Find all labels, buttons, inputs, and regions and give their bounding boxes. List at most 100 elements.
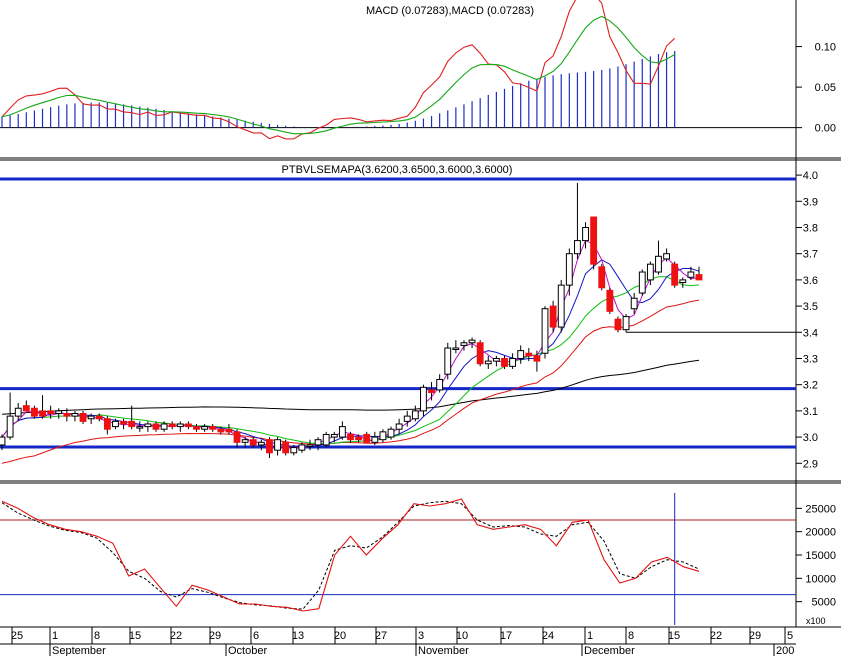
price-y-tick-label: 3.2 [803,380,818,392]
candle-body [144,423,152,428]
candle-body [63,413,71,417]
candle-body [663,253,670,260]
candle-body [0,436,6,446]
time-axis-day-label: 22 [710,630,722,642]
price-y-tick-label: 3.5 [803,301,818,313]
candle-body [322,433,330,446]
time-axis-day-label: 29 [209,630,221,642]
candle-body [476,342,484,365]
candle-body [509,357,517,367]
candle-body [193,426,200,430]
candle-body [436,378,444,391]
candle-body [655,255,662,273]
candle-body [387,428,395,438]
candle-body [460,342,468,346]
price-y-tick-label: 3.4 [803,327,818,339]
candle-body [549,305,557,328]
candle-body [290,447,298,454]
time-axis-month-label: October [228,645,267,656]
price-y-tick-label: 3.6 [803,275,818,287]
candle-body [606,289,614,312]
candle-body [614,318,622,331]
time-axis-month-label: November [418,645,469,656]
candle-body [411,410,419,420]
candle-body [217,428,225,433]
candle-body [103,418,111,430]
candle-body [55,410,63,415]
oscillator-scale-label: x100 [806,616,826,626]
time-axis-day-label: 3 [418,630,424,642]
candle-body [306,444,314,447]
candle-body [403,415,411,422]
macd-y-tick-label: 0.05 [815,82,836,94]
candle-body [95,415,103,420]
time-axis-day-label: 10 [456,630,468,642]
candle-body [468,339,476,344]
candle-body [444,347,452,375]
oscillator-y-tick-label: 15000 [805,550,836,562]
candle-body [314,439,322,446]
time-axis-day-label: 1 [587,630,593,642]
candle-body [517,350,525,359]
price-y-tick-label: 3.3 [803,353,818,365]
candle-body [22,405,30,412]
time-axis-day-label: 20 [334,630,346,642]
macd-y-tick-label: 0.00 [815,123,836,135]
candle-body [266,439,273,454]
stock-chart-window: 0.00 0.05 0.10 2.9 3.0 3.1 3.2 3.3 3.4 3.5 3.6 3.7… [0,0,841,657]
candle-body [679,279,687,284]
candle-body [347,433,354,441]
candle-body [249,439,257,446]
price-y-tick-label: 3.0 [803,432,818,444]
candle-body [355,436,363,441]
price-y-tick-label: 4.0 [803,170,818,182]
candle-body [484,360,492,365]
candle-body [671,263,679,286]
candle-body [338,426,346,438]
candle-body [233,431,241,443]
candle-body [525,352,533,357]
candle-body [371,436,379,443]
time-axis-day-label: 15 [668,630,680,642]
price-panel-title: PTBVLSEMAPA(3.6200,3.6500,3.6000,3.6000) [282,164,513,176]
candle-body [87,415,95,420]
candle-body [638,271,646,294]
time-axis-day-label: 8 [628,630,634,642]
candle-body [452,347,460,351]
candle-body [565,253,573,286]
candle-body [428,389,435,394]
candle-body [533,355,541,362]
candle-body [541,308,549,354]
oscillator-y-tick-label: 5000 [812,597,836,609]
candle-body [257,441,265,446]
macd-y-tick-label: 0.10 [815,42,836,54]
candle-body [330,433,338,438]
candle-body [184,423,192,428]
time-axis-day-label: 1 [52,630,58,642]
time-axis-day-label: 6 [253,630,259,642]
candle-body [492,357,500,362]
candle-body [379,431,387,441]
candle-body [152,423,160,430]
candle-body [420,386,427,412]
candle-body [282,441,290,454]
time-axis-day-label: 27 [375,630,387,642]
oscillator-y-tick-label: 10000 [805,573,836,585]
candle-body [590,216,598,265]
price-y-tick-label: 3.1 [803,406,818,418]
candle-body [47,410,55,415]
macd-panel-title: MACD (0.07283),MACD (0.07283) [366,5,534,17]
oscillator-y-tick-label: 20000 [805,527,836,539]
price-y-tick-label: 3.7 [803,249,818,261]
time-axis-day-label: 5 [787,630,793,642]
candle-body [39,410,46,417]
candle-body [298,444,306,451]
candle-body [695,274,703,281]
candle-body [136,426,144,429]
candle-body [687,271,695,278]
candle-body [241,439,249,443]
candle-body [128,420,136,428]
time-axis-day-label: 22 [170,630,182,642]
candle-body [120,420,127,425]
price-y-tick-label: 2.9 [803,458,818,470]
